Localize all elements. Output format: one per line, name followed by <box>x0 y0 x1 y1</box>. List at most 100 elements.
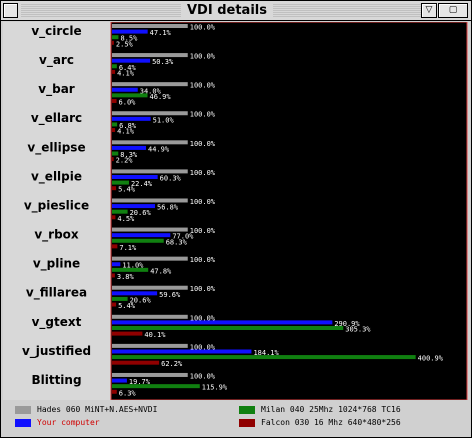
category-label: v_fillarea <box>26 286 87 301</box>
bar <box>112 360 160 365</box>
bar <box>112 122 118 127</box>
legend-label: Falcon 030 16 Mhz 640*480*256 <box>261 418 401 427</box>
data-label: 40.1% <box>144 331 166 339</box>
bar <box>112 326 344 330</box>
data-label: 100.0% <box>190 256 216 264</box>
data-label: 305.3% <box>345 326 371 334</box>
data-label: 4.5% <box>117 215 135 223</box>
bar <box>112 378 127 383</box>
data-label: 6.0% <box>119 98 137 106</box>
bar <box>112 285 188 290</box>
category-label: v_gtext <box>32 315 82 330</box>
bar <box>112 244 118 249</box>
data-label: 51.0% <box>153 116 175 124</box>
data-label: 50.3% <box>152 58 174 66</box>
close-button[interactable] <box>3 3 18 18</box>
chart-area: v_circle 100.0% 47.1% 8.5% 2.5% v_arc 100.0% 50… <box>3 21 469 401</box>
data-label: 7.1% <box>119 244 137 252</box>
bar <box>112 157 114 162</box>
bar <box>112 82 188 87</box>
bar <box>112 35 119 40</box>
category-label: Blitting <box>31 373 81 387</box>
legend-label: Hades 060 MiNT+N.AES+NVDI <box>37 405 158 414</box>
category-label: v_ellipse <box>27 140 85 155</box>
bar <box>112 87 138 92</box>
data-label: 5.4% <box>118 186 136 194</box>
data-label: 2.5% <box>116 40 134 48</box>
bar <box>112 262 121 267</box>
bar <box>112 204 156 209</box>
bar <box>112 58 151 63</box>
category-label: v_circle <box>31 24 81 39</box>
bar <box>112 256 188 261</box>
bar <box>112 314 188 319</box>
bar <box>112 215 116 220</box>
data-label: 68.3% <box>166 238 188 246</box>
bar <box>112 198 188 203</box>
bar <box>112 180 129 185</box>
bar <box>112 24 188 28</box>
data-label: 100.0% <box>190 227 216 235</box>
data-label: 3.8% <box>117 273 135 281</box>
data-label: 56.8% <box>157 204 179 212</box>
bar <box>112 151 119 156</box>
bar <box>112 69 116 74</box>
bar <box>112 169 188 174</box>
bar <box>112 227 188 232</box>
data-label: 6.3% <box>119 389 137 397</box>
bar <box>112 186 117 191</box>
legend-swatch <box>15 406 31 414</box>
category-label: v_ellpie <box>31 169 82 184</box>
bar <box>112 349 252 354</box>
iconify-button[interactable]: ▽ <box>421 3 437 18</box>
bar <box>112 233 171 238</box>
bar <box>112 355 416 360</box>
bar <box>112 140 188 145</box>
window-title: VDI details <box>181 3 273 18</box>
bar <box>112 296 128 301</box>
bar <box>112 40 114 45</box>
bar <box>112 145 147 150</box>
category-label: v_rbox <box>34 228 79 243</box>
data-label: 46.9% <box>150 93 172 101</box>
bar <box>112 175 158 179</box>
category-label: v_bar <box>38 82 75 97</box>
bar <box>112 128 116 133</box>
data-label: 59.6% <box>159 291 181 299</box>
bar <box>112 267 149 272</box>
bar <box>112 384 200 389</box>
window-title-area[interactable]: VDI details <box>21 3 433 18</box>
legend-swatch <box>239 419 255 427</box>
data-label: 4.1% <box>117 69 135 77</box>
fullsize-button[interactable]: ▢ <box>438 3 468 18</box>
bar <box>112 111 188 116</box>
data-label: 2.2% <box>116 157 134 165</box>
data-label: 4.1% <box>117 128 135 136</box>
legend-swatch <box>15 419 31 427</box>
bar <box>112 238 164 243</box>
legend-label: Your computer <box>37 418 100 427</box>
data-label: 100.0% <box>190 24 216 32</box>
data-label: 5.4% <box>118 302 136 310</box>
data-label: 100.0% <box>190 82 216 90</box>
data-label: 100.0% <box>190 198 216 206</box>
data-label: 60.3% <box>160 175 182 183</box>
bar <box>112 29 148 34</box>
vdi-chart: v_circle 100.0%47.1%8.5%2.5%v_arc 100.0%50… <box>3 21 468 401</box>
data-label: 100.0% <box>190 111 216 119</box>
bar <box>112 320 333 325</box>
data-label: 115.9% <box>202 384 228 392</box>
data-label: 44.9% <box>148 145 170 153</box>
data-label: 47.1% <box>150 29 172 37</box>
bar <box>112 372 188 377</box>
vdi-details-window: VDI details ▽ ▢ v_circle 100.0% 47.1% 8.5% 2… <box>0 0 472 438</box>
bar <box>112 64 117 69</box>
bar <box>112 291 158 296</box>
bar <box>112 331 143 336</box>
bar <box>112 389 117 394</box>
bar <box>112 302 117 307</box>
bar <box>112 93 148 98</box>
category-label: v_pline <box>33 257 80 272</box>
legend-swatch <box>239 406 255 414</box>
title-bar[interactable]: VDI details ▽ ▢ <box>1 1 471 21</box>
